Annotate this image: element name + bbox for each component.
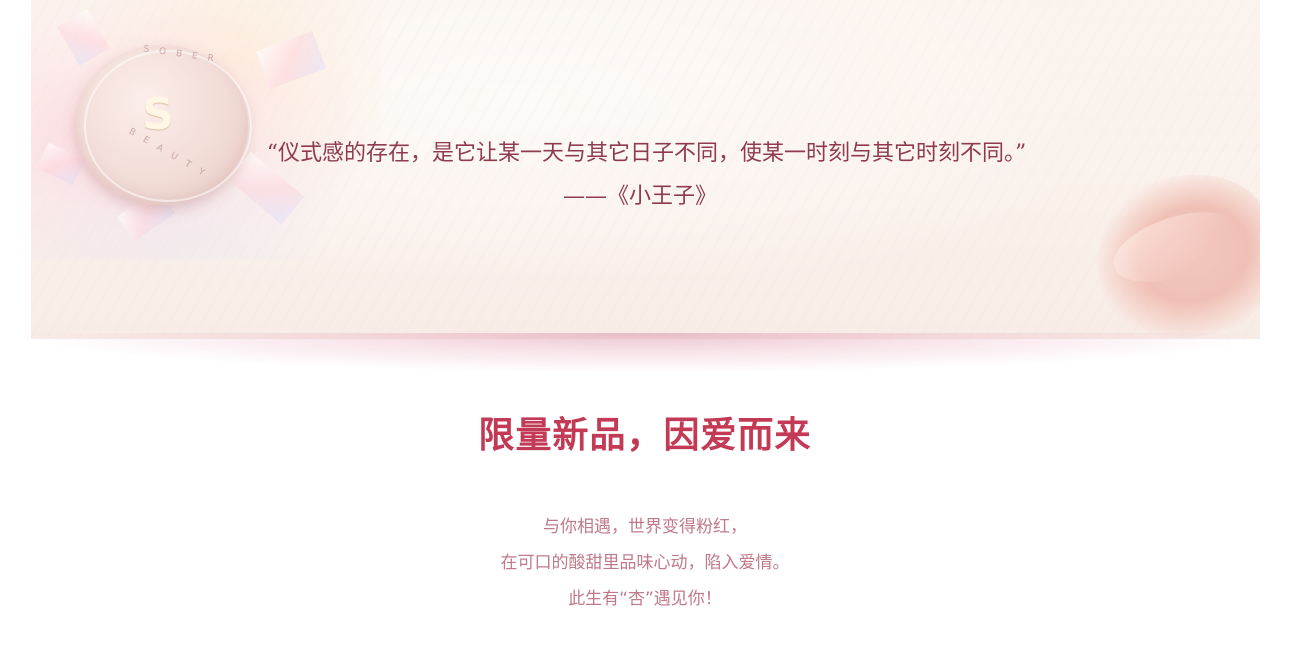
section-title: 限量新品，因爱而来 [478, 414, 812, 456]
hero-quote: “仪式感的存在，是它让某一天与其它日子不同，使某一时刻与其它时刻不同。” [266, 141, 1027, 166]
brand-logo: S [142, 89, 174, 140]
page: S SOBER BEAUTY “仪式感的存在，是它让某一天与其它日子不同，使某一… [0, 0, 1290, 646]
description-line: 此生有“杏”遇见你！ [568, 589, 722, 609]
powder-swatch [1073, 151, 1260, 339]
description-line: 在可口的酸甜里品味心动，陷入爱情。 [500, 553, 790, 573]
banner-shadow [10, 333, 1280, 373]
hero-banner: S SOBER BEAUTY “仪式感的存在，是它让某一天与其它日子不同，使某一… [31, 0, 1260, 339]
hero-quote-author: ——《小王子》 [562, 184, 717, 209]
description-line: 与你相遇，世界变得粉红， [543, 517, 747, 537]
product-image: S SOBER BEAUTY [31, 0, 391, 270]
